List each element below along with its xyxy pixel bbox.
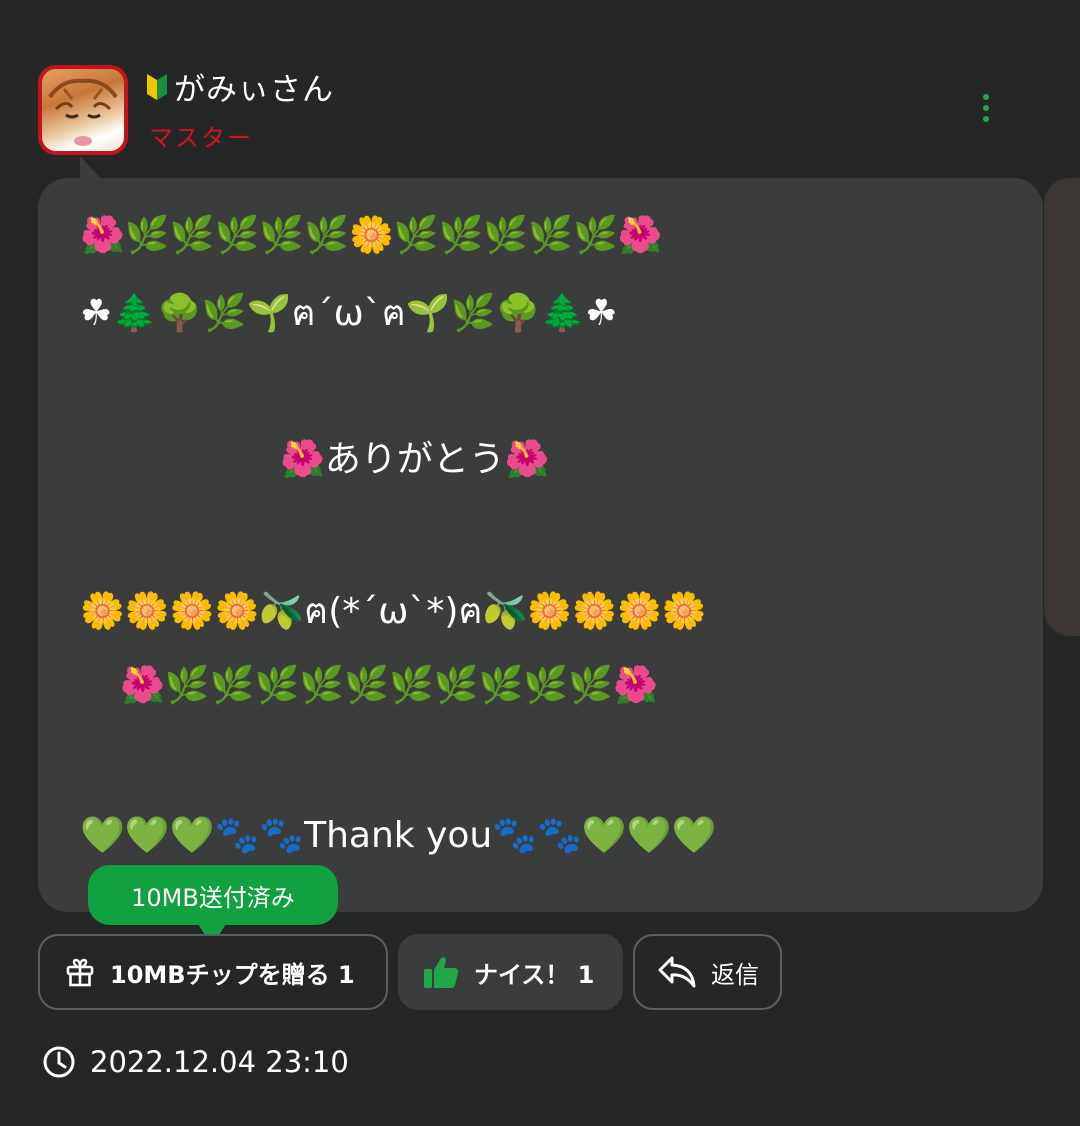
author-role: マスター	[149, 124, 253, 152]
tip-label: 10MBチップを贈る	[110, 960, 330, 989]
message-line: 🌺ありがとう🌺	[280, 439, 550, 480]
reply-arrow-icon	[658, 956, 696, 988]
avatar[interactable]	[38, 65, 128, 155]
tip-sent-tooltip: 10MB送付済み	[88, 865, 338, 925]
more-options-icon[interactable]	[970, 88, 1002, 128]
post-screen: がみぃさん マスター 🌺🌿🌿🌿🌿🌿🌼🌿🌿🌿🌿🌿🌺 ☘🌲🌳🌿🌱ฅ´ω`ฅ🌱🌿🌳🌲☘…	[0, 0, 1080, 1126]
message-line: 💚💚💚🐾🐾Thank you🐾🐾💚💚💚	[80, 815, 717, 856]
author-name-row: がみぃさん	[146, 64, 334, 109]
nice-count: 1	[577, 960, 595, 989]
nice-button[interactable]: ナイス！ 1	[398, 934, 623, 1010]
reply-button[interactable]: 返信	[633, 934, 782, 1010]
thumbs-up-icon	[424, 957, 459, 988]
gift-icon	[66, 958, 94, 987]
reply-label: 返信	[711, 960, 759, 989]
cat-photo-icon	[48, 78, 118, 146]
message-bubble	[38, 178, 1043, 912]
message-line: 🌺🌿🌿🌿🌿🌿🌼🌿🌿🌿🌿🌿🌺	[80, 215, 663, 256]
nice-label: ナイス！	[474, 960, 570, 989]
bubble-tail	[80, 156, 102, 180]
timestamp: 2022.12.04 23:10	[90, 1045, 349, 1079]
message-line: 🌼🌼🌼🌼🫒ฅ(*´ω`*)ฅ🫒🌼🌼🌼🌼	[80, 591, 707, 632]
tip-count: 1	[337, 960, 355, 989]
message-line: 🌺🌿🌿🌿🌿🌿🌿🌿🌿🌿🌿🌺	[120, 665, 658, 706]
clock-icon	[43, 1046, 75, 1078]
author-name[interactable]: がみぃさん	[174, 64, 334, 109]
post-timestamp-row: 2022.12.04 23:10	[42, 1040, 349, 1084]
send-tip-button[interactable]: 10MBチップを贈る 1	[38, 934, 388, 1010]
beginner-mark-icon	[147, 74, 167, 100]
message-line: ☘🌲🌳🌿🌱ฅ´ω`ฅ🌱🌿🌳🌲☘	[80, 293, 618, 334]
next-post-preview[interactable]	[1044, 178, 1080, 636]
